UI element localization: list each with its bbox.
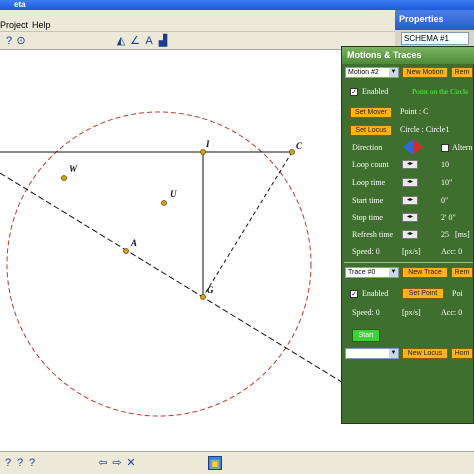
motion-speed-label: Speed: 0 — [352, 247, 380, 256]
set-locus-button[interactable]: Set Locus — [350, 125, 392, 136]
motion-enabled-label: Enabled — [362, 87, 389, 96]
properties-header: Properties — [395, 10, 474, 30]
trace-acc-label: Acc: 0 — [441, 308, 463, 317]
loop-count-value: 10 — [441, 160, 449, 169]
motions-traces-header: Motions & Traces — [342, 47, 474, 64]
help-icon[interactable]: ? — [14, 456, 26, 470]
motion-speed-unit: [px/s] — [402, 247, 421, 256]
loop-count-stepper[interactable]: ◂▸ — [402, 160, 418, 169]
pen-tool-icon[interactable]: A — [142, 34, 156, 48]
trace-speed-unit: [px/s] — [402, 308, 421, 317]
locus-circle-label: Circle : Circle1 — [400, 125, 450, 134]
chevron-down-icon: ▼ — [389, 68, 398, 77]
loop-time-value: 10" — [441, 178, 453, 187]
point-g[interactable] — [200, 294, 206, 300]
new-motion-button[interactable]: New Motion — [402, 67, 448, 78]
stop-time-stepper[interactable]: ◂▸ — [402, 213, 418, 222]
segment-cg[interactable] — [202, 151, 293, 298]
label-u: U — [170, 189, 177, 199]
alternate-label: Altern — [452, 143, 473, 152]
refresh-time-unit: [ms] — [455, 230, 470, 239]
remove-motion-button[interactable]: Rem — [451, 67, 473, 78]
menu-bar: Project Help — [0, 10, 395, 32]
line-ag[interactable] — [0, 172, 345, 385]
point-u[interactable] — [161, 200, 167, 206]
new-locus-button[interactable]: New Locus — [402, 348, 448, 359]
trace-select[interactable]: Trace #0 ▼ — [345, 267, 399, 278]
loop-count-label: Loop count — [352, 160, 389, 169]
refresh-time-stepper[interactable]: ◂▸ — [402, 230, 418, 239]
stop-time-value: 2' 0" — [441, 213, 456, 222]
motion-select-value: Motion #2 — [348, 69, 379, 76]
alternate-checkbox[interactable] — [441, 144, 449, 152]
chevron-down-icon: ▼ — [389, 349, 398, 358]
help-icon[interactable]: ? — [2, 456, 14, 470]
locus-circle[interactable] — [6, 111, 312, 417]
motion-select[interactable]: Motion #2 ▼ — [345, 67, 399, 78]
motion-type-label: Point on the Circle — [412, 87, 469, 96]
start-time-value: 0" — [441, 196, 449, 205]
arrow-left-icon[interactable]: ⇦ — [96, 456, 110, 470]
graph-tool-icon[interactable]: ◭ — [114, 34, 128, 48]
direction-label: Direction — [352, 143, 383, 152]
refresh-time-label: Refresh time — [352, 230, 394, 239]
point-i[interactable] — [200, 149, 206, 155]
label-g: G — [207, 285, 214, 295]
remove-trace-button[interactable]: Rem — [451, 267, 473, 278]
trace-speed-label: Speed: 0 — [352, 308, 380, 317]
loop-time-stepper[interactable]: ◂▸ — [402, 178, 418, 187]
motion-acc-label: Acc: 0 — [441, 247, 463, 256]
trace-enabled-checkbox[interactable]: ✓ — [350, 290, 358, 298]
direction-toggle-icon[interactable] — [402, 138, 424, 156]
point-a[interactable] — [123, 248, 129, 254]
arrow-right-icon[interactable]: ⇨ — [110, 456, 124, 470]
toolbar: ? ⊙ ◭ ∠ A ▟ — [0, 32, 395, 50]
new-trace-button[interactable]: New Trace — [402, 267, 448, 278]
set-point-button[interactable]: Set Point — [402, 288, 444, 299]
label-a: A — [130, 238, 137, 248]
home-button[interactable]: Hom — [451, 348, 473, 359]
construction-svg: I C W U A G — [0, 111, 345, 417]
menu-help[interactable]: Help — [32, 20, 51, 30]
start-time-label: Start time — [352, 196, 384, 205]
point-w[interactable] — [61, 175, 67, 181]
label-i: I — [205, 139, 210, 149]
locus-select[interactable]: ▼ — [345, 348, 399, 359]
stop-time-label: Stop time — [352, 213, 383, 222]
angle-tool-icon[interactable]: ∠ — [128, 34, 142, 48]
status-bar: ? ? ? ⇦ ⇨ ✕ ▣ — [0, 451, 474, 474]
mover-point-label: Point : C — [400, 107, 429, 116]
fill-tool-icon[interactable]: ▟ — [156, 34, 170, 48]
trace-point-label: Poi — [452, 289, 463, 298]
window-title-bar: eta — [0, 0, 474, 10]
geometry-canvas[interactable]: I C W U A G — [0, 51, 345, 451]
refresh-time-value: 25 — [441, 230, 449, 239]
motions-traces-panel: Motions & Traces Motion #2 ▼ New Motion … — [341, 46, 474, 424]
help-icon[interactable]: ? — [26, 456, 38, 470]
start-button[interactable]: Start — [352, 329, 380, 342]
close-icon[interactable]: ✕ — [124, 456, 138, 470]
window-title: eta — [14, 0, 26, 9]
loop-time-label: Loop time — [352, 178, 386, 187]
trace-select-value: Trace #0 — [348, 269, 376, 276]
schema-select[interactable]: SCHEMA #1 — [401, 32, 469, 45]
label-c: C — [296, 141, 303, 151]
motions-traces-title: Motions & Traces — [347, 50, 422, 60]
trace-enabled-label: Enabled — [362, 289, 389, 298]
set-mover-button[interactable]: Set Mover — [350, 107, 392, 118]
label-w: W — [69, 164, 78, 174]
motion-enabled-checkbox[interactable]: ✓ — [350, 88, 358, 96]
chevron-down-icon: ▼ — [389, 268, 398, 277]
picture-icon[interactable]: ▣ — [208, 456, 222, 470]
point-c[interactable] — [289, 149, 295, 155]
properties-title: Properties — [399, 14, 444, 24]
start-time-stepper[interactable]: ◂▸ — [402, 196, 418, 205]
menu-project[interactable]: Project — [0, 20, 28, 30]
zoom-fit-icon[interactable]: ⊙ — [14, 34, 28, 48]
panel-divider — [344, 262, 473, 263]
